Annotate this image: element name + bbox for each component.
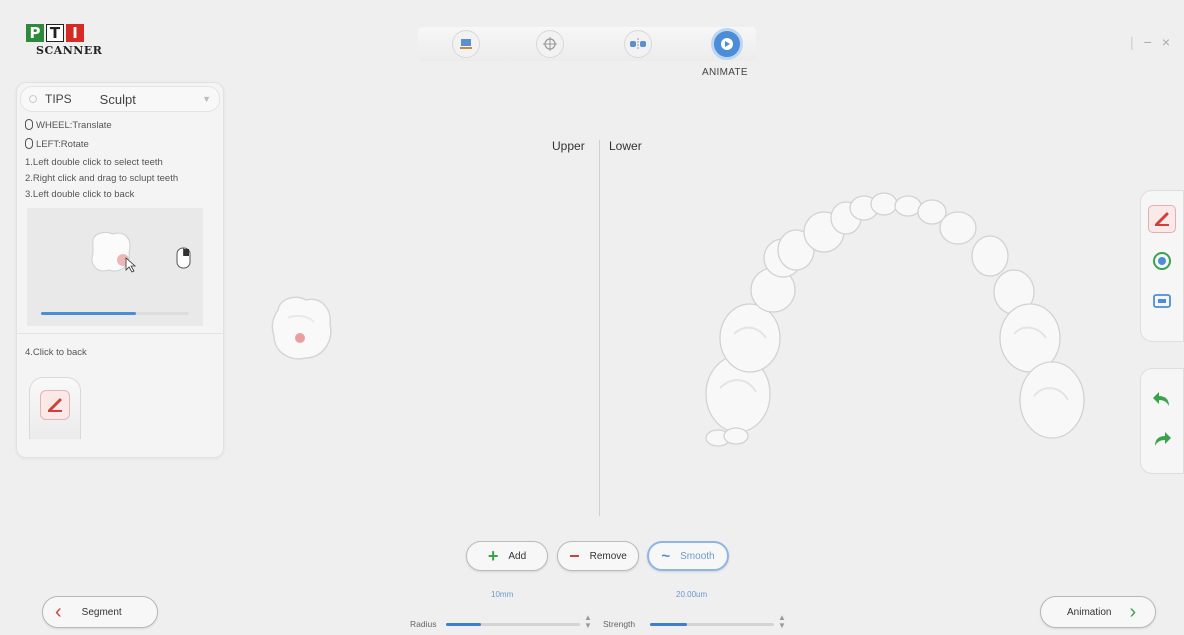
tips-mode: Sculpt [99, 91, 136, 107]
smooth-button[interactable]: ~ Smooth [647, 541, 729, 571]
next-animation-label: Animation [1067, 606, 1112, 618]
target-icon [543, 37, 557, 51]
brush-icon [48, 398, 62, 412]
add-button[interactable]: + Add [466, 541, 548, 571]
smooth-label: Smooth [680, 550, 715, 562]
play-icon [721, 38, 733, 50]
tooth [1019, 361, 1085, 439]
tooth [870, 192, 898, 216]
radius-label: Radius [410, 619, 437, 629]
add-label: Add [508, 550, 527, 562]
rotate-icon [1153, 252, 1171, 270]
tooth-preview-icon [91, 231, 191, 273]
chevron-down-icon[interactable]: ▼ [202, 94, 211, 104]
tip-wheel: WHEEL:Translate [25, 118, 223, 134]
tip-left: LEFT:Rotate [25, 137, 223, 153]
strength-stepper[interactable]: ▲ ▼ [778, 614, 786, 630]
scan-device-icon [460, 39, 472, 49]
minimize-button[interactable]: − [1144, 34, 1152, 50]
lower-jaw-label[interactable]: Lower [609, 139, 642, 153]
logo-letter-t: T [46, 24, 64, 42]
radio-icon [29, 95, 37, 103]
history-panel [1140, 368, 1184, 474]
radius-slider-fill [446, 623, 481, 626]
chevron-right-icon: › [1129, 601, 1137, 623]
tooth [894, 195, 922, 217]
tooth [939, 211, 977, 245]
minus-icon: − [569, 546, 580, 566]
right-tool-panel [1140, 190, 1184, 342]
tips-header[interactable]: TIPS Sculpt ▼ [20, 86, 220, 112]
lower-dental-arch[interactable] [696, 188, 1096, 458]
tip-step-3: 3.Left double click to back [25, 189, 135, 200]
brush-icon [1155, 212, 1169, 226]
back-segment-button[interactable]: ‹ Segment [42, 596, 158, 628]
strength-value: 20.00um [676, 590, 708, 599]
logo-letter-i: I [66, 24, 84, 42]
top-toolbar [418, 27, 756, 61]
strength-label: Strength [603, 619, 636, 629]
wave-icon: ~ [661, 547, 671, 565]
target-button[interactable] [536, 30, 564, 58]
next-animation-button[interactable]: Animation › [1040, 596, 1156, 628]
logo-subtitle: SCANNER [36, 44, 103, 57]
strength-slider[interactable] [650, 623, 774, 626]
tooth [971, 235, 1009, 277]
remove-label: Remove [589, 550, 627, 562]
close-button[interactable]: × [1162, 34, 1170, 50]
tooth [723, 427, 749, 445]
back-tool-card[interactable] [29, 377, 81, 439]
teeth-segment-icon [630, 38, 646, 50]
tip-step-4: 4.Click to back [25, 347, 87, 358]
tips-title: TIPS [45, 92, 72, 106]
window-controls: | − × [1130, 34, 1170, 50]
chevron-left-icon: ‹ [55, 601, 62, 623]
app-logo: P T I SCANNER [26, 24, 146, 68]
logo-letter-p: P [26, 24, 44, 42]
back-segment-label: Segment [81, 606, 122, 618]
radius-stepper[interactable]: ▲ ▼ [584, 614, 592, 630]
tip-preview-image [27, 208, 203, 326]
radius-value: 10mm [491, 590, 514, 599]
view-icon [1153, 294, 1171, 308]
animate-label: ANIMATE [702, 67, 748, 78]
selected-tooth[interactable] [268, 292, 336, 364]
mouse-icon [25, 119, 33, 130]
teeth-segment-button[interactable] [624, 30, 652, 58]
sculpt-back-button[interactable] [40, 390, 70, 420]
animate-button[interactable] [711, 28, 743, 60]
redo-button[interactable] [1148, 425, 1176, 453]
plus-icon: + [487, 546, 499, 566]
tips-panel: TIPS Sculpt ▼ WHEEL:Translate LEFT:Rotat… [16, 82, 224, 458]
upper-jaw-label[interactable]: Upper [552, 139, 585, 153]
window-separator: | [1129, 34, 1134, 50]
strength-slider-fill [650, 623, 688, 626]
jaw-divider [599, 140, 600, 516]
reset-view-button[interactable] [1148, 287, 1176, 315]
undo-icon [1153, 392, 1169, 406]
undo-button[interactable] [1148, 385, 1176, 413]
mouse-icon [25, 138, 33, 149]
preview-slider [41, 312, 189, 315]
redo-icon [1155, 432, 1171, 446]
sculpt-tool-button[interactable] [1148, 205, 1176, 233]
tip-step-2: 2.Right click and drag to sclupt teeth [25, 173, 179, 184]
tip-step-1: 1.Left double click to select teeth [25, 157, 163, 168]
radius-slider[interactable] [446, 623, 580, 626]
remove-button[interactable]: − Remove [557, 541, 639, 571]
tooth [719, 303, 781, 373]
rotate-view-button[interactable] [1148, 247, 1176, 275]
scan-device-button[interactable] [452, 30, 480, 58]
